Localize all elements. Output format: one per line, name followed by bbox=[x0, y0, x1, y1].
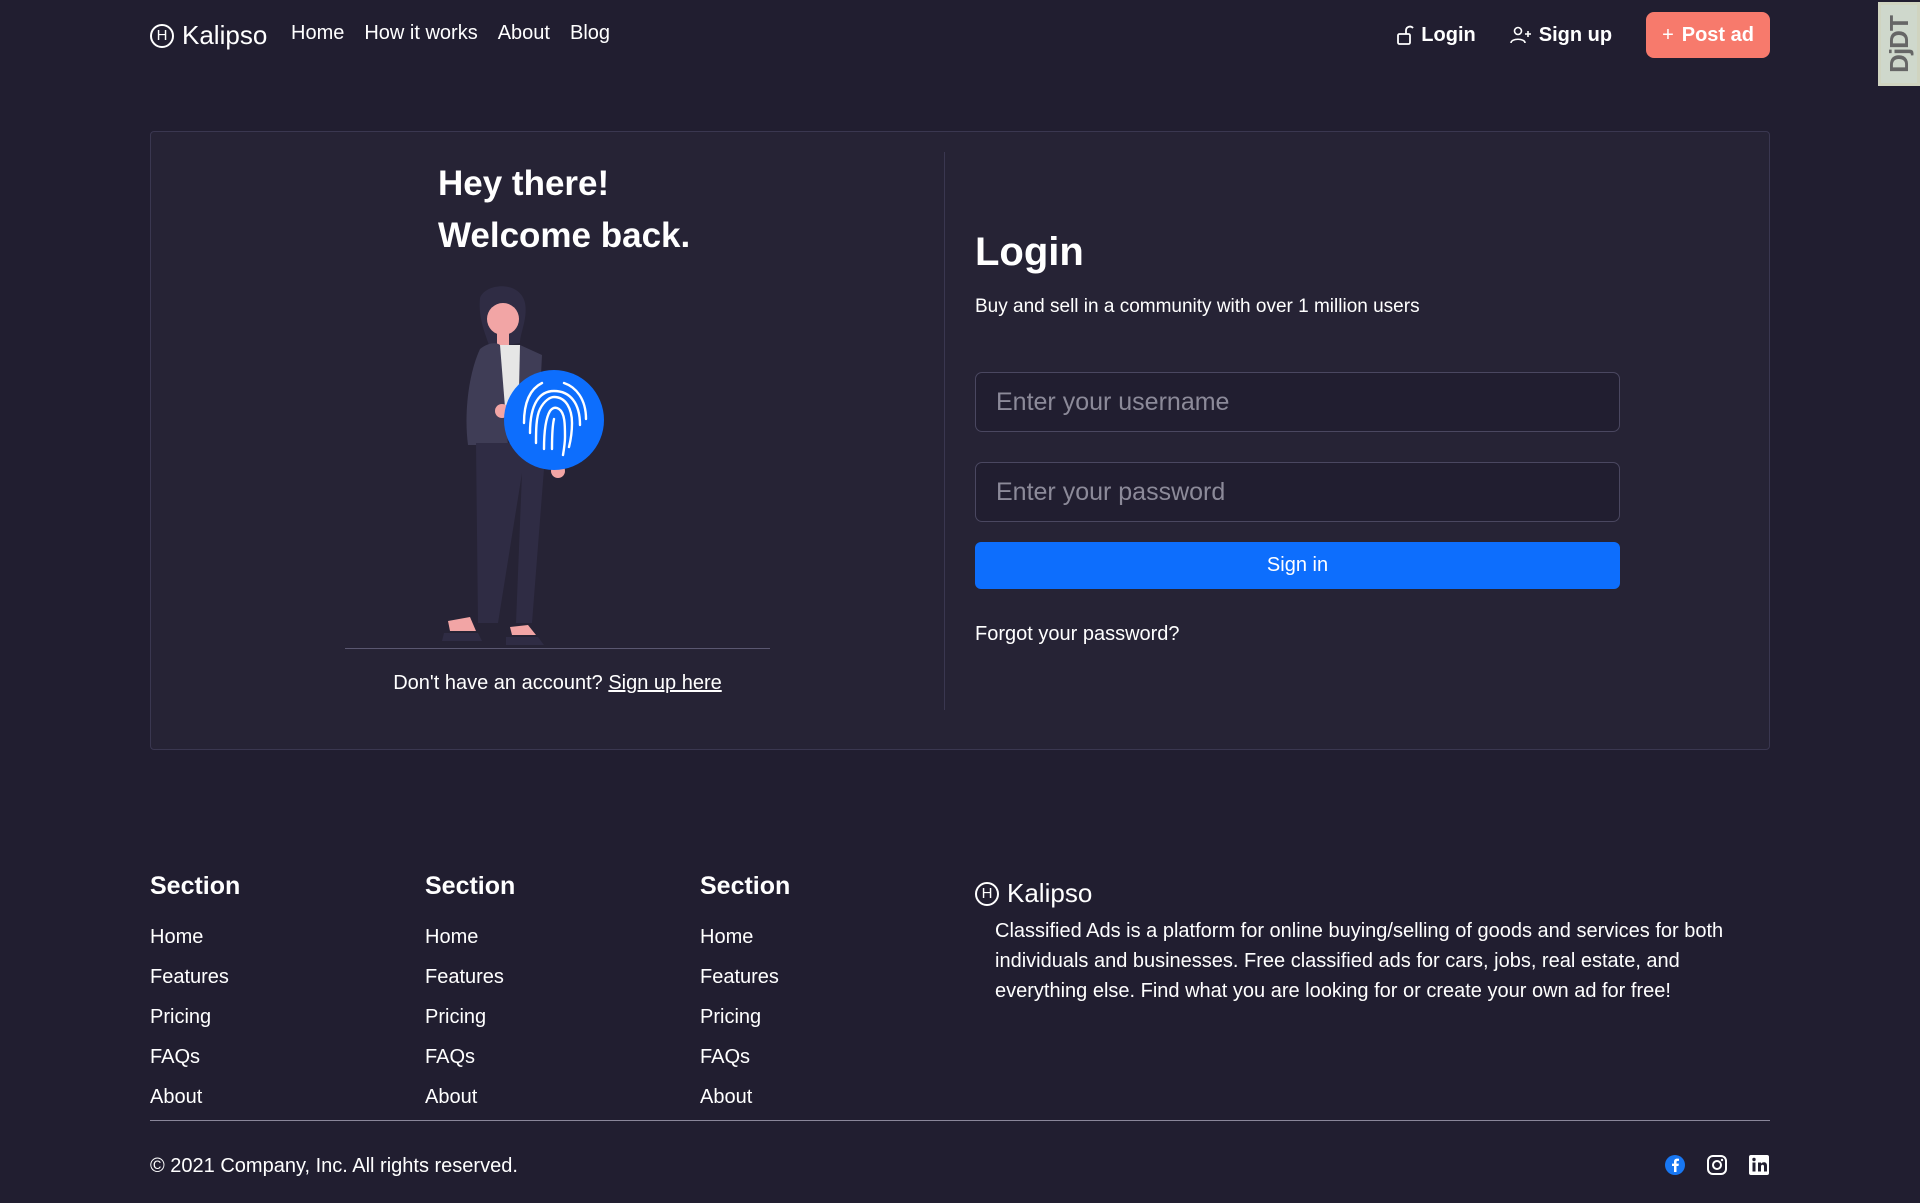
footer-link-home[interactable]: Home bbox=[700, 917, 790, 957]
brand-mark-icon: H bbox=[975, 881, 999, 906]
debug-toolbar-label: DjDT bbox=[1883, 15, 1914, 73]
signup-prompt: Don't have an account? Sign up here bbox=[0, 672, 1115, 695]
footer-brand-logo[interactable]: H Kalipso bbox=[975, 878, 1092, 909]
fingerprint-illustration bbox=[442, 286, 604, 645]
footer-link-faqs[interactable]: FAQs bbox=[425, 1037, 515, 1077]
signup-prompt-text: Don't have an account? bbox=[393, 672, 603, 694]
footer-section-title: Section bbox=[700, 872, 791, 900]
footer-link-about[interactable]: About bbox=[150, 1077, 240, 1117]
signup-link[interactable]: Sign up bbox=[1509, 23, 1613, 47]
signup-link-label: Sign up bbox=[1538, 23, 1613, 46]
nav-about[interactable]: About bbox=[498, 22, 550, 45]
footer-divider bbox=[150, 1120, 1770, 1121]
footer-link-home[interactable]: Home bbox=[150, 917, 240, 957]
footer-link-pricing[interactable]: Pricing bbox=[150, 997, 240, 1037]
footer-brand-name: Kalipso bbox=[1007, 878, 1093, 908]
password-input[interactable] bbox=[975, 462, 1620, 522]
footer-link-faqs[interactable]: FAQs bbox=[700, 1037, 790, 1077]
footer-section-3: Section Home Features Pricing FAQs About bbox=[700, 872, 790, 1117]
social-links bbox=[1664, 1154, 1770, 1176]
footer-link-faqs[interactable]: FAQs bbox=[150, 1037, 240, 1077]
debug-toolbar-handle[interactable]: DjDT bbox=[1878, 2, 1920, 86]
footer-description: Classified Ads is a platform for online … bbox=[995, 920, 1724, 1002]
nav-how-it-works[interactable]: How it works bbox=[364, 22, 477, 45]
login-card bbox=[150, 131, 1770, 750]
footer-link-features[interactable]: Features bbox=[150, 957, 240, 997]
nav-blog[interactable]: Blog bbox=[570, 22, 610, 45]
linkedin-icon[interactable] bbox=[1748, 1154, 1770, 1176]
login-link[interactable]: Login bbox=[1396, 23, 1476, 47]
instagram-icon[interactable] bbox=[1706, 1154, 1728, 1176]
plus-icon: + bbox=[1662, 23, 1674, 46]
footer-section-1: Section Home Features Pricing FAQs About bbox=[150, 872, 240, 1117]
footer-section-title: Section bbox=[150, 872, 241, 900]
greeting: Hey there! Welcome back. bbox=[438, 158, 690, 262]
facebook-icon[interactable] bbox=[1664, 1154, 1686, 1176]
footer-section-title: Section bbox=[425, 872, 516, 900]
footer-link-pricing[interactable]: Pricing bbox=[425, 997, 515, 1037]
brand-mark-icon: H bbox=[150, 23, 174, 48]
sign-in-button[interactable]: Sign in bbox=[975, 542, 1620, 589]
footer-link-about[interactable]: About bbox=[425, 1077, 515, 1117]
footer-section-2: Section Home Features Pricing FAQs About bbox=[425, 872, 515, 1117]
footer-link-features[interactable]: Features bbox=[700, 957, 790, 997]
copyright: © 2021 Company, Inc. All rights reserved… bbox=[150, 1155, 518, 1177]
signup-here-link[interactable]: Sign up here bbox=[608, 672, 721, 694]
greeting-line-2: Welcome back. bbox=[438, 216, 691, 255]
forgot-password-link[interactable]: Forgot your password? bbox=[975, 623, 1180, 646]
footer-link-pricing[interactable]: Pricing bbox=[700, 997, 790, 1037]
person-plus-icon bbox=[1509, 26, 1531, 44]
footer-link-features[interactable]: Features bbox=[425, 957, 515, 997]
footer-link-about[interactable]: About bbox=[700, 1077, 790, 1117]
login-link-label: Login bbox=[1421, 23, 1476, 46]
unlock-icon bbox=[1397, 25, 1414, 45]
footer-link-home[interactable]: Home bbox=[425, 917, 515, 957]
illustration-ground-line bbox=[345, 648, 770, 649]
auth-actions: Login Sign up + Post ad bbox=[1396, 12, 1770, 58]
greeting-line-1: Hey there! bbox=[438, 164, 610, 203]
username-input[interactable] bbox=[975, 372, 1620, 432]
post-ad-button[interactable]: + Post ad bbox=[1646, 12, 1770, 58]
brand-name: Kalipso bbox=[182, 20, 268, 50]
post-ad-label: Post ad bbox=[1681, 23, 1754, 46]
main-nav: Home How it works About Blog bbox=[291, 22, 610, 45]
nav-home[interactable]: Home bbox=[291, 22, 344, 45]
login-subtitle: Buy and sell in a community with over 1 … bbox=[975, 296, 1420, 317]
brand-logo[interactable]: H Kalipso bbox=[150, 20, 267, 51]
login-title: Login bbox=[975, 230, 1084, 274]
card-divider bbox=[944, 152, 945, 710]
